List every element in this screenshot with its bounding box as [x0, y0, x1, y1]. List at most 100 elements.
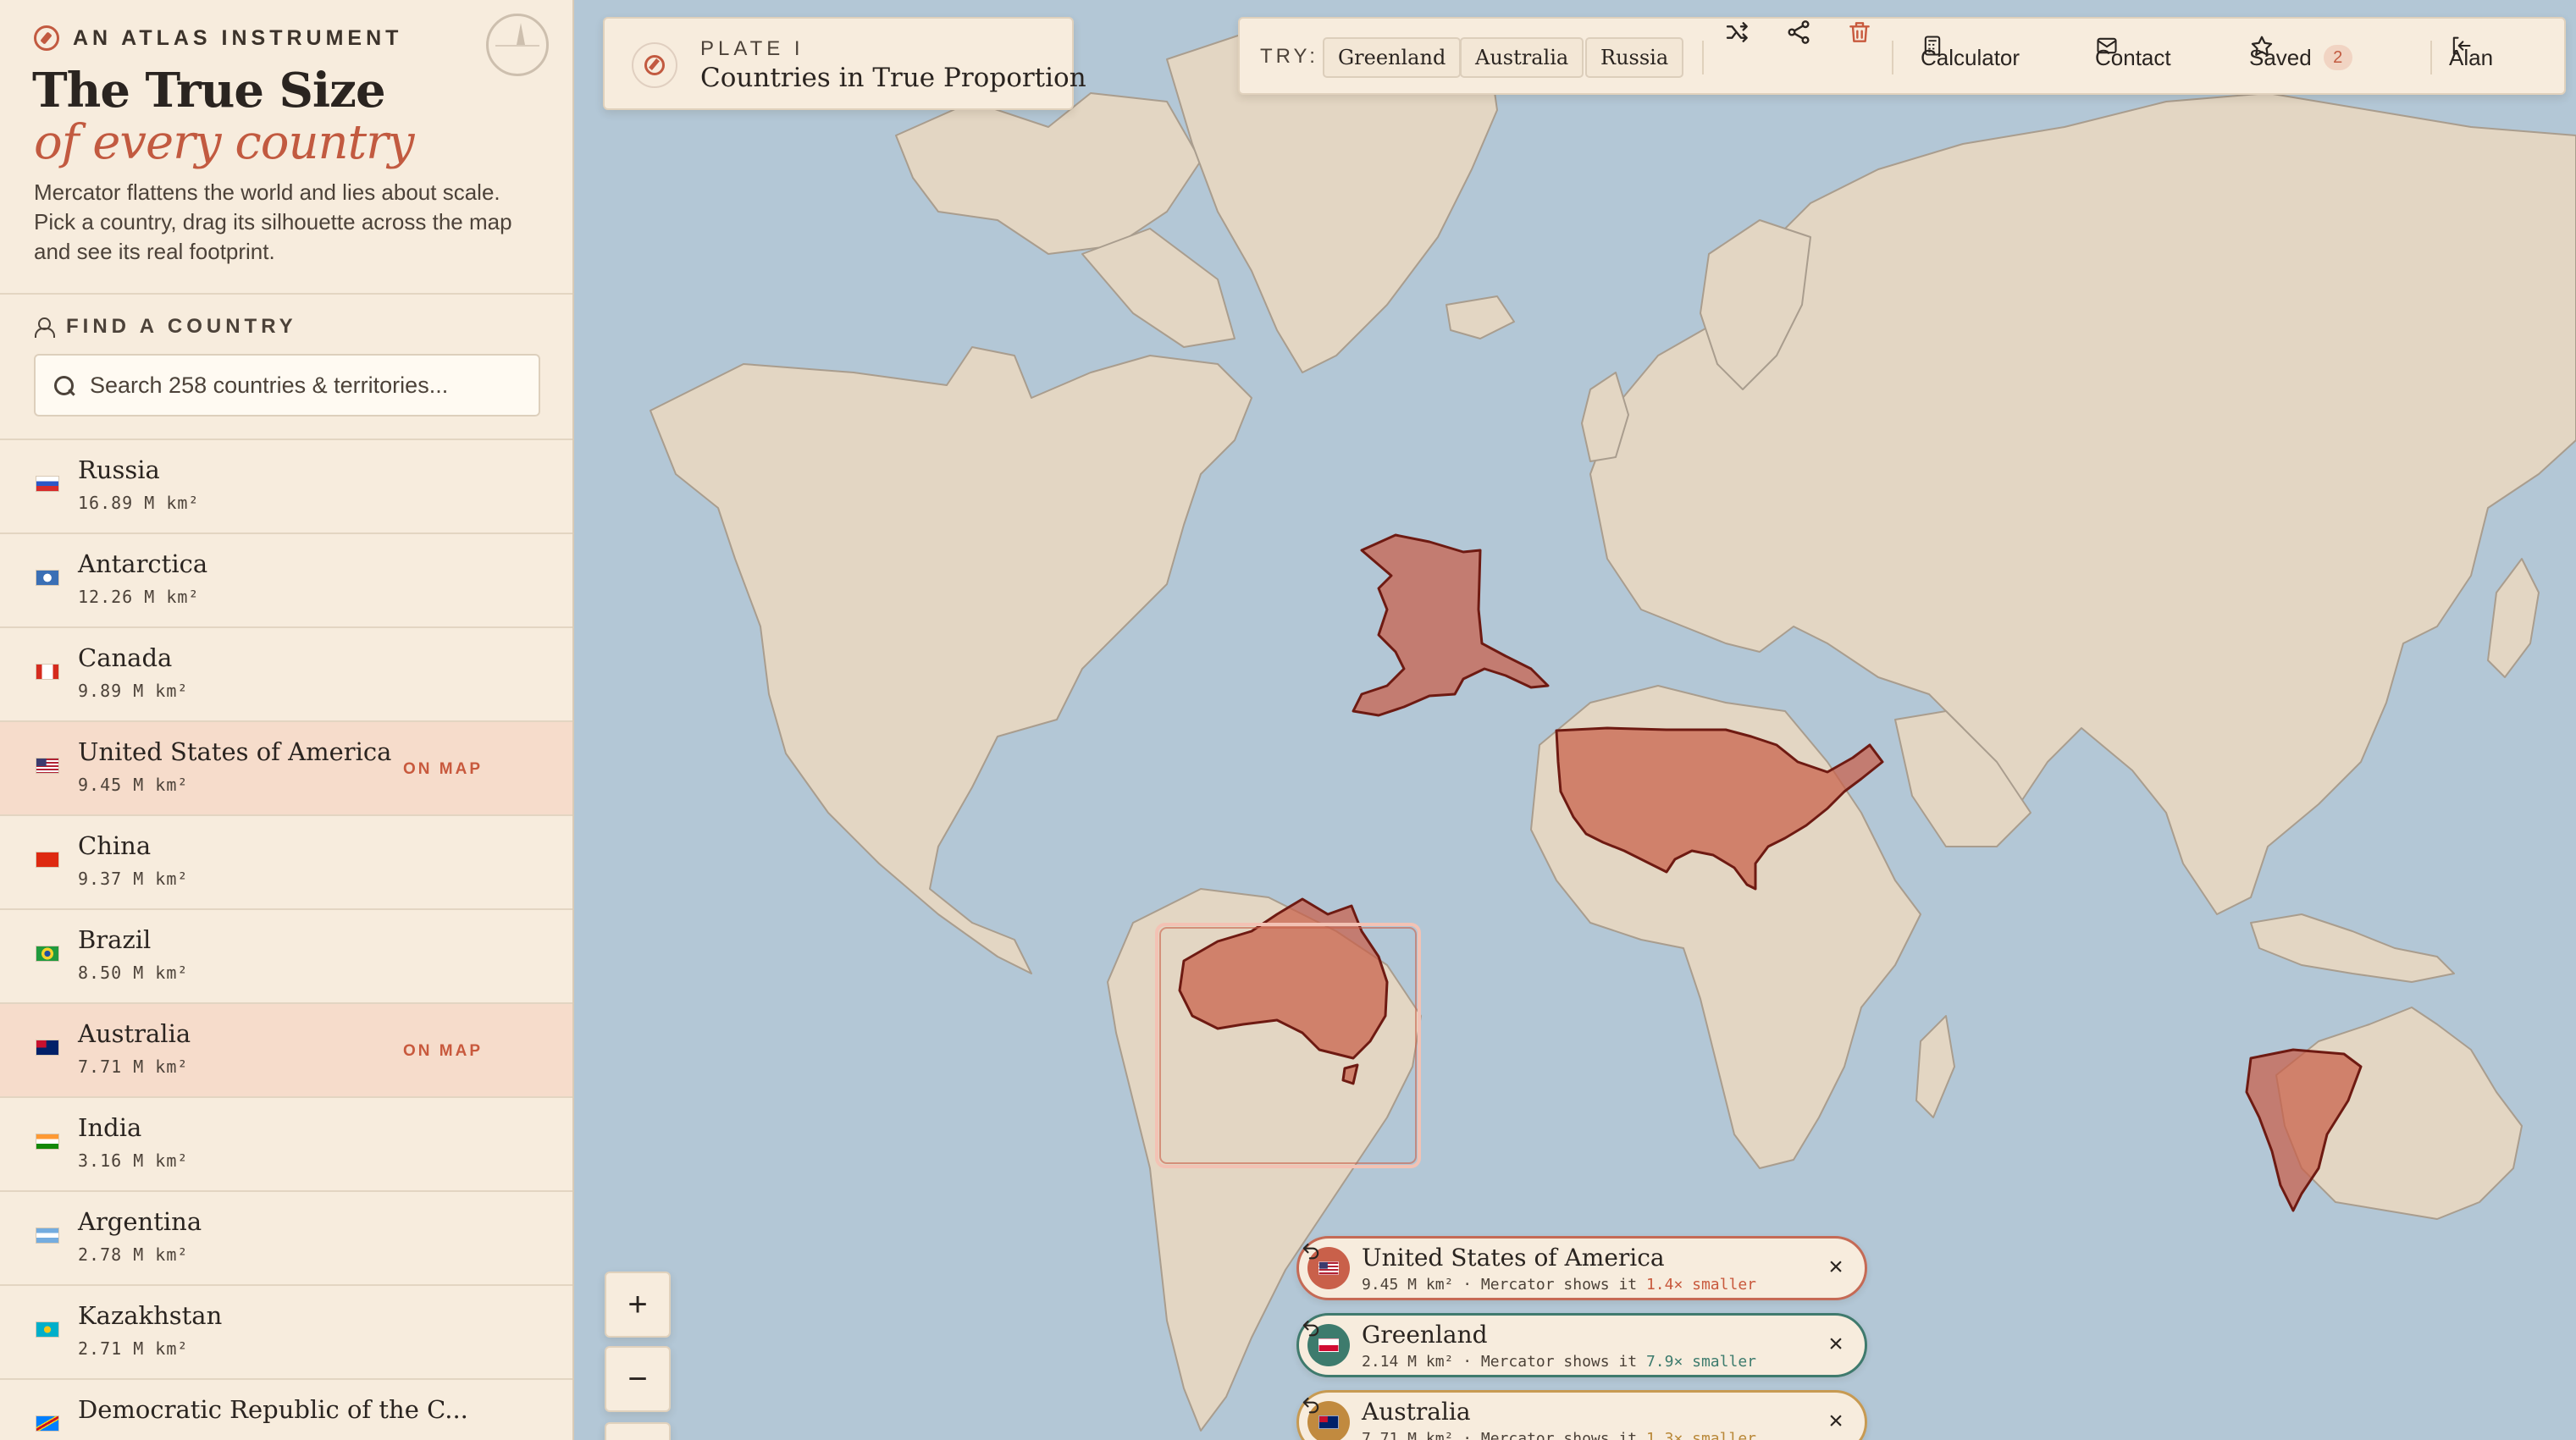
search-input[interactable] — [88, 371, 528, 400]
comparison-text: · Mercator shows it — [1453, 1353, 1646, 1371]
close-icon[interactable]: × — [1824, 1409, 1848, 1434]
country-area: 9.45 M km² — [78, 775, 189, 795]
toolbar-divider — [1892, 41, 1893, 74]
compass-icon — [34, 25, 59, 51]
country-area: 9.89 M km² — [78, 681, 189, 701]
reset-position-icon[interactable] — [1299, 1239, 1323, 1262]
country-item-argentina[interactable]: Argentina 2.78 M km² — [0, 1190, 572, 1284]
comparison-factor: 1.3× smaller — [1645, 1430, 1756, 1440]
country-name: Kazakhstan — [78, 1301, 223, 1330]
try-chip-australia[interactable]: Australia — [1460, 37, 1584, 78]
page-subtitle: of every country — [34, 115, 414, 170]
country-item-canada[interactable]: Canada 9.89 M km² — [0, 626, 572, 720]
shuffle-icon[interactable] — [1724, 19, 1751, 46]
country-item-brazil[interactable]: Brazil 8.50 M km² — [0, 908, 572, 1002]
flag-india-icon — [36, 1134, 59, 1150]
reset-position-icon[interactable] — [1299, 1393, 1323, 1416]
madagascar — [1915, 1015, 1955, 1118]
locate-icon — [34, 317, 55, 338]
country-name: Antarctica — [78, 549, 208, 578]
zoom-reset-button[interactable] — [605, 1422, 671, 1440]
plate-label: PLATE I — [700, 37, 804, 60]
country-name: Canada — [78, 643, 173, 672]
country-item-drc[interactable]: Democratic Republic of the C... — [0, 1378, 572, 1440]
map-canvas — [650, 25, 2576, 1432]
comparison-area: 9.45 M km² — [1362, 1276, 1454, 1294]
close-icon[interactable]: × — [1824, 1255, 1848, 1280]
try-chip-russia[interactable]: Russia — [1585, 37, 1684, 78]
baffin-island — [1081, 228, 1235, 348]
intro-text: Mercator flattens the world and lies abo… — [34, 179, 512, 264]
trash-icon[interactable] — [1846, 19, 1873, 46]
search-box[interactable] — [34, 354, 540, 417]
world-map[interactable]: PLATE I Countries in True Proportion TRY… — [574, 0, 2576, 1440]
plate-title: Countries in True Proportion — [700, 63, 1086, 93]
country-item-india[interactable]: India 3.16 M km² — [0, 1096, 572, 1190]
share-icon[interactable] — [1785, 19, 1812, 46]
comparison-area: 7.71 M km² — [1362, 1430, 1454, 1440]
divider — [0, 293, 572, 295]
flag-kazakhstan-icon — [36, 1321, 59, 1338]
compass-icon — [632, 42, 677, 88]
compass-rose-icon — [486, 14, 549, 76]
find-country-text: FIND A COUNTRY — [66, 315, 297, 338]
logout-icon — [2452, 36, 2471, 55]
sidebar: AN ATLAS INSTRUMENT The True Size of eve… — [0, 0, 574, 1440]
comparison-card-usa[interactable]: United States of America 9.45 M km² · Me… — [1296, 1236, 1867, 1300]
zoom-out-button[interactable]: − — [605, 1346, 671, 1412]
saved-count-badge: 2 — [2323, 45, 2352, 70]
comparison-stat: 7.71 M km² · Mercator shows it 1.3× smal… — [1362, 1430, 1756, 1440]
comparison-stat: 9.45 M km² · Mercator shows it 1.4× smal… — [1362, 1276, 1756, 1294]
arctic-islands — [895, 92, 1202, 255]
zoom-in-button[interactable]: + — [605, 1272, 671, 1338]
star-icon — [2251, 36, 2273, 56]
country-name: Brazil — [78, 925, 152, 954]
country-name: Democratic Republic of the C... — [78, 1395, 468, 1424]
country-item-kazakhstan[interactable]: Kazakhstan 2.71 M km² — [0, 1284, 572, 1378]
country-item-china[interactable]: China 9.37 M km² — [0, 814, 572, 908]
user-logout-button[interactable]: Alan — [2449, 34, 2493, 81]
calculator-button[interactable]: Calculator — [1921, 34, 2020, 81]
comparison-country-name: United States of America — [1362, 1244, 1665, 1272]
comparison-factor: 7.9× smaller — [1645, 1353, 1756, 1371]
comparison-text: · Mercator shows it — [1453, 1430, 1646, 1440]
close-icon[interactable]: × — [1824, 1332, 1848, 1357]
japan — [2487, 558, 2540, 678]
reset-position-icon[interactable] — [1299, 1316, 1323, 1339]
country-name: India — [78, 1113, 142, 1142]
comparison-card-greenland[interactable]: Greenland 2.14 M km² · Mercator shows it… — [1296, 1313, 1867, 1377]
comparison-text: · Mercator shows it — [1453, 1276, 1646, 1294]
search-icon — [54, 376, 75, 396]
alaska-overlay — [1352, 533, 1550, 717]
country-area: 9.37 M km² — [78, 869, 189, 889]
country-list: Russia 16.89 M km² Antarctica 12.26 M km… — [0, 439, 572, 1440]
saved-button[interactable]: Saved 2 — [2249, 34, 2352, 81]
flag-antarctica-icon — [36, 570, 59, 586]
try-chip-greenland[interactable]: Greenland — [1323, 37, 1462, 78]
on-map-badge: ON MAP — [403, 760, 483, 778]
brand-label: AN ATLAS INSTRUMENT — [73, 25, 403, 50]
country-area: 2.71 M km² — [78, 1338, 189, 1359]
on-map-badge: ON MAP — [403, 1042, 483, 1060]
comparison-card-australia[interactable]: Australia 7.71 M km² · Mercator shows it… — [1296, 1390, 1867, 1440]
country-item-usa[interactable]: United States of America 9.45 M km² ON M… — [0, 720, 572, 814]
contact-button[interactable]: Contact — [2095, 34, 2171, 81]
north-america-landmass — [650, 346, 1252, 974]
country-item-australia[interactable]: Australia 7.71 M km² ON MAP — [0, 1002, 572, 1096]
country-area: 12.26 M km² — [78, 587, 200, 607]
country-item-russia[interactable]: Russia 16.89 M km² — [0, 439, 572, 532]
country-name: Australia — [78, 1019, 191, 1048]
find-country-label: FIND A COUNTRY — [34, 315, 297, 339]
toolbar-divider — [2430, 41, 2432, 74]
flag-china-icon — [36, 852, 59, 868]
app: AN ATLAS INSTRUMENT The True Size of eve… — [0, 0, 2576, 1440]
indonesia-islands — [2250, 913, 2455, 983]
comparison-area: 2.14 M km² — [1362, 1353, 1454, 1371]
page-title: The True Size — [32, 63, 386, 119]
iceland — [1446, 295, 1515, 339]
country-area: 7.71 M km² — [78, 1057, 189, 1077]
country-item-antarctica[interactable]: Antarctica 12.26 M km² — [0, 532, 572, 626]
country-area: 16.89 M km² — [78, 493, 200, 513]
comparison-stat: 2.14 M km² · Mercator shows it 7.9× smal… — [1362, 1353, 1756, 1371]
country-area: 2.78 M km² — [78, 1244, 189, 1265]
